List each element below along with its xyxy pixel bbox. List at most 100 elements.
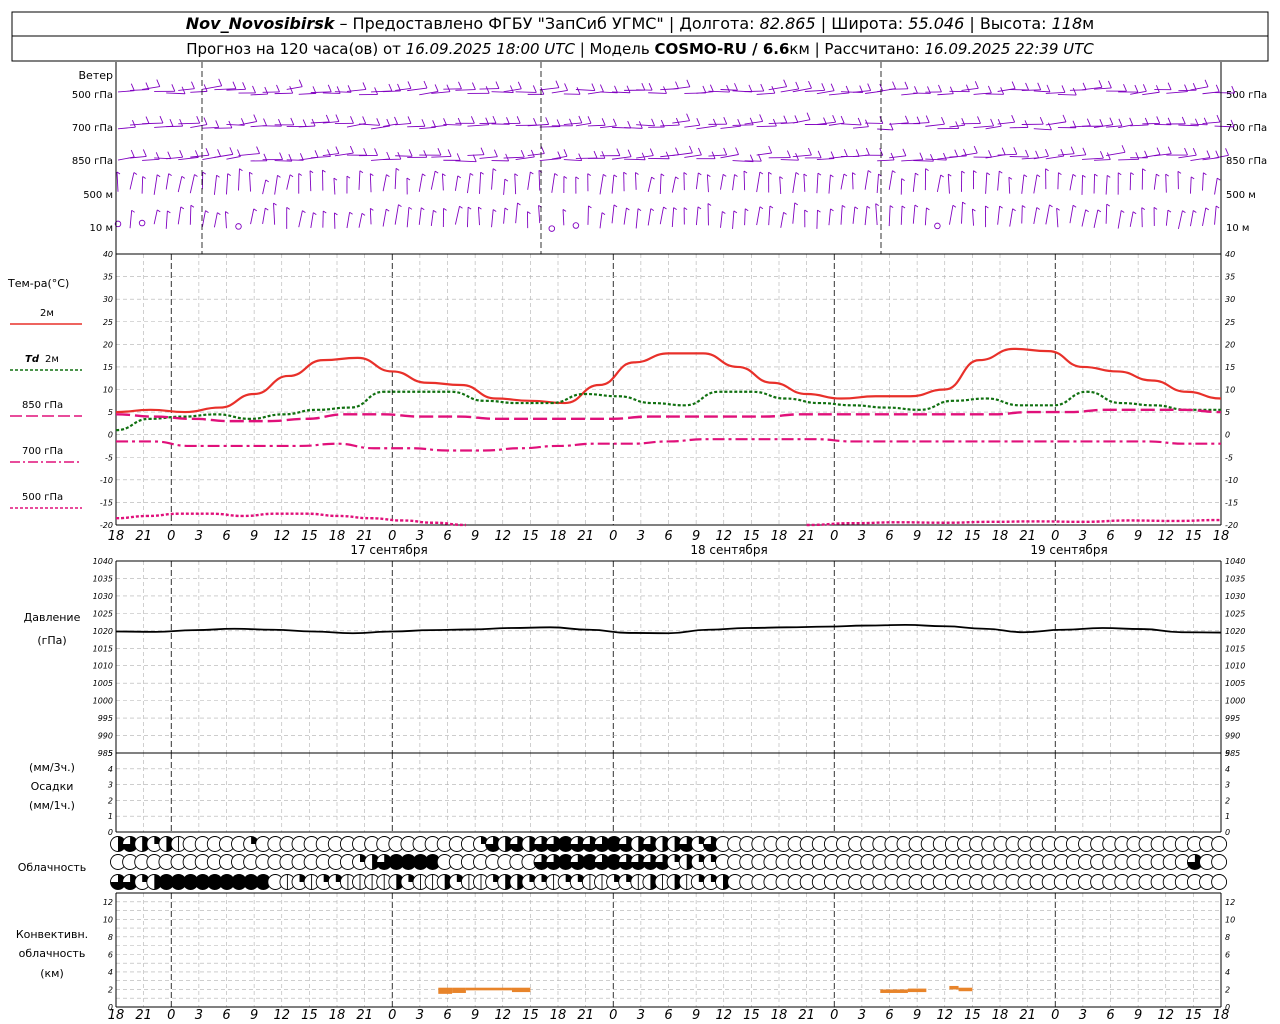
wind-barb-flag [408,206,413,210]
wind-barb [913,160,934,162]
wind-barb-flag [759,206,764,210]
wind-barb [720,211,723,228]
pressure-labels: Давление (гПа) [24,611,81,647]
tick-label-left: 35 [103,273,113,282]
wind-barb-flag [808,80,812,89]
wind-barb [1093,174,1096,194]
wind-barb-flag [914,204,919,208]
wind-barb [1033,207,1038,225]
tick-label-right: 1040 [1225,557,1245,566]
wind-barb-flag [217,212,221,216]
x-tick-label: 21 [577,529,594,544]
wind-barb-flag [168,173,172,177]
conv-title-1: Конвективн. [16,928,88,941]
wind-barb-flag [362,116,367,124]
wind-barb [190,154,210,158]
wind-barb-flag [132,120,136,128]
cloud-rows [110,836,1228,890]
wind-barb [213,212,218,228]
wind-barb-flag [1001,147,1006,155]
wind-barb [875,203,878,226]
wind-barb [864,206,868,226]
wind-barb-flag [904,81,909,89]
tick-label-left: 15 [103,363,113,372]
wind-barb-flag [675,176,679,180]
x-tick-label: 18 [550,529,567,544]
wind-barb-flag [336,86,341,94]
tick-label-left: 10 [103,386,113,395]
x-tick-label: 9 [913,529,921,544]
x-tick-label: 9 [250,1008,258,1023]
calm-wind-symbol [235,223,242,230]
pressure-grid: 985 985990 990995 9951000 10001005 10051010 10… [93,557,1246,758]
wind-barb-flag [1167,82,1172,90]
wind-barb [853,126,869,129]
x-tick-label: 18 [771,1008,788,1023]
wind-barb [743,170,746,191]
wind-barb-flag [130,149,135,158]
wind-barb [840,123,862,126]
wind-barb [116,171,119,192]
x-tick-label: 0 [609,529,617,544]
precipitation-labels: (мм/3ч.) Осадки (мм/1ч.) [29,761,75,812]
tick-label-right: 1 [1225,812,1230,821]
x-tick-label: 6 [1106,529,1114,544]
wind-barb-flag [509,85,514,93]
wind-barb-flag [768,145,773,154]
wind-barb [720,174,724,190]
wind-barb [165,210,168,229]
wind-barb [190,124,208,128]
wind-barb [454,206,460,225]
temperature-legend: Тем-ра(°С) 2м Td 2м 850 гПа 700 гПа 500 г… [7,277,82,509]
wind-barb [888,170,893,190]
wind-barb-flag [1129,117,1134,126]
wind-barb-flag [395,167,400,171]
wind-barb-flag [1142,168,1146,172]
x-tick-label: 3 [637,529,645,544]
wind-barb-flag [1072,204,1077,208]
x-tick-label: 9 [692,1008,700,1023]
wind-barb [695,206,699,226]
wind-barb-flag [702,85,707,94]
x-tick-label: 18 [108,1008,125,1023]
wind-barb-flag [832,115,837,123]
wind-barb-flag [601,151,606,159]
wind-barb-flag [203,117,208,125]
x-tick-label: 15 [743,529,760,544]
tick-label-left: 1015 [93,644,113,653]
pressure-unit: (гПа) [37,634,66,647]
wind-barb-flag [1082,147,1087,155]
wind-barb-flag [156,209,161,213]
wind-barb-flag [421,119,426,127]
tick-label-left: -5 [105,453,113,462]
wind-barb [514,173,517,195]
wind-barb [961,152,978,157]
wind-barb [286,174,291,190]
wind-barb [599,212,603,229]
wind-barb [431,155,452,158]
series-500hpa-2 [806,518,1222,527]
calm-wind-symbol [548,225,556,232]
tick-label-right: 3 [1225,781,1230,790]
forecast-label: Прогноз на 120 часа(ов) от [186,40,405,58]
wind-barb [250,93,268,96]
pressure-title: Давление [24,611,81,624]
wind-barb-flag [734,174,738,177]
wind-barb [1069,205,1074,224]
wind-barb-flag [1142,84,1147,92]
wind-barb [1142,91,1160,96]
wind-barb-flag [314,150,319,158]
wind-barb [635,172,637,190]
wind-barb [129,172,135,190]
wind-barb [407,125,425,128]
wind-barb [1129,211,1134,227]
wind-barb [1093,209,1099,228]
wind-barb-flag [866,205,871,209]
wind-barb-flag [1107,80,1112,89]
conv-bar [907,988,927,993]
wind-barb [1106,151,1126,157]
wind-barb-flag [663,206,667,210]
tick-label-left: 5 [108,408,113,417]
x-tick-label: 15 [301,1008,318,1023]
tick-label-left: 3 [108,781,113,790]
